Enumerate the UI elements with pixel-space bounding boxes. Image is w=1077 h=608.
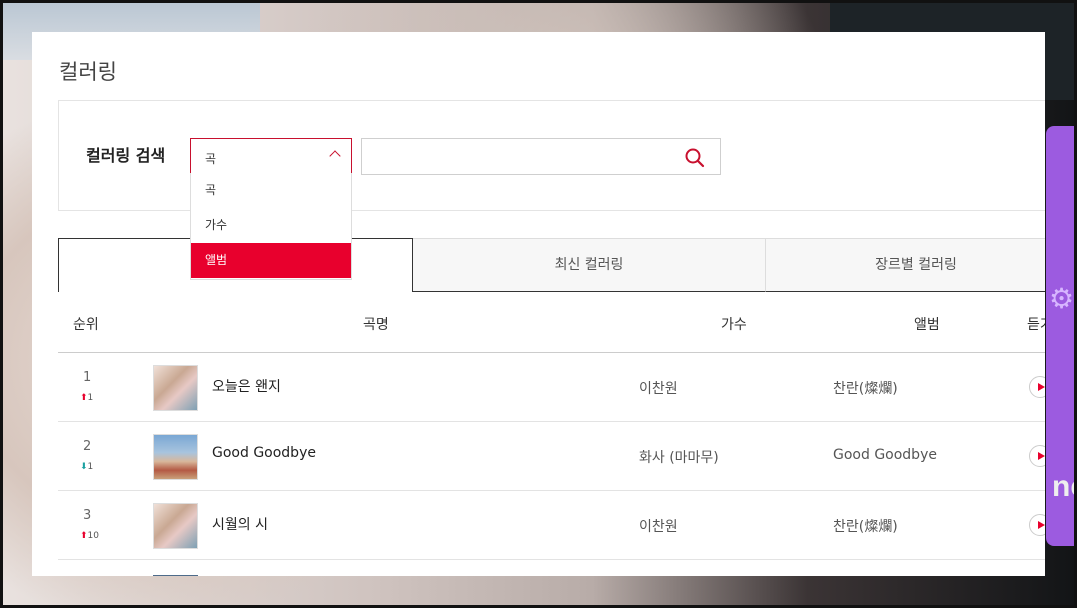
table-row: 1 ⬆1 오늘은 왠지 이찬원 찬란(燦爛) — [58, 353, 1045, 422]
arrow-up-icon: ⬆ — [80, 531, 88, 541]
album-name[interactable]: 찬란(燦爛) — [833, 516, 898, 536]
play-button[interactable] — [1029, 445, 1045, 467]
table-row: 3 ⬆10 시월의 시 이찬원 찬란(燦爛) — [58, 491, 1045, 560]
option-song[interactable]: 곡 — [191, 173, 351, 208]
header-album: 앨범 — [914, 317, 940, 333]
arrow-down-icon: ⬇ — [80, 462, 88, 472]
arrow-up-icon: ⬆ — [80, 393, 88, 403]
chevron-up-icon — [329, 150, 341, 162]
search-label: 컬러링 검색 — [86, 146, 166, 165]
album-thumbnail[interactable] — [153, 365, 198, 411]
album-name[interactable]: Good Goodbye — [833, 447, 937, 463]
rank-number: 3 — [83, 508, 92, 523]
search-type-select[interactable]: 곡 — [190, 138, 352, 175]
tab-genre[interactable]: 장르별 컬러링 — [766, 238, 1045, 292]
search-type-value: 곡 — [205, 152, 217, 166]
album-thumbnail[interactable] — [153, 503, 198, 549]
rank-change: ⬆10 — [80, 531, 99, 541]
song-title[interactable]: 시월의 시 — [212, 514, 268, 534]
artist-name[interactable]: 이찬원 — [639, 378, 678, 398]
table-row: 2 ⬇1 Good Goodbye 화사 (마마무) Good Goodbye — [58, 422, 1045, 491]
rank-change: ⬇1 — [80, 462, 94, 472]
album-name[interactable]: 찬란(燦爛) — [833, 378, 898, 398]
header-listen: 듣기 — [1027, 317, 1045, 333]
header-rank: 순위 — [73, 317, 99, 333]
song-title[interactable]: 오늘은 왠지 — [212, 376, 281, 396]
album-thumbnail[interactable] — [153, 434, 198, 480]
play-button[interactable] — [1029, 514, 1045, 536]
table-header: 순위 곡명 가수 앨범 듣기 — [58, 292, 1045, 353]
page-title: 컬러링 — [59, 60, 117, 84]
option-artist[interactable]: 가수 — [191, 208, 351, 243]
header-title: 곡명 — [363, 317, 389, 333]
search-input[interactable] — [362, 139, 672, 174]
rank-number: 2 — [83, 439, 92, 454]
coloring-panel: 컬러링 컬러링 검색 곡 최신 컬러링 장르별 컬러링 곡 가수 앨범 순위 곡… — [32, 32, 1045, 576]
song-title[interactable]: Good Goodbye — [212, 445, 316, 461]
rank-change: ⬆1 — [80, 393, 94, 403]
background-text-fragment: nc — [1052, 470, 1077, 503]
artist-name[interactable]: 화사 (마마무) — [639, 447, 719, 467]
option-album[interactable]: 앨범 — [191, 243, 351, 278]
play-button[interactable] — [1029, 376, 1045, 398]
rank-number: 1 — [83, 370, 92, 385]
search-type-dropdown: 곡 가수 앨범 — [190, 173, 352, 280]
header-artist: 가수 — [721, 317, 747, 333]
search-field — [361, 138, 721, 175]
search-icon[interactable] — [684, 147, 706, 169]
album-thumbnail-partial — [153, 575, 198, 576]
artist-name[interactable]: 이찬원 — [639, 516, 678, 536]
tab-latest[interactable]: 최신 컬러링 — [413, 238, 766, 292]
gear-icon: ⚙ — [1049, 282, 1075, 315]
